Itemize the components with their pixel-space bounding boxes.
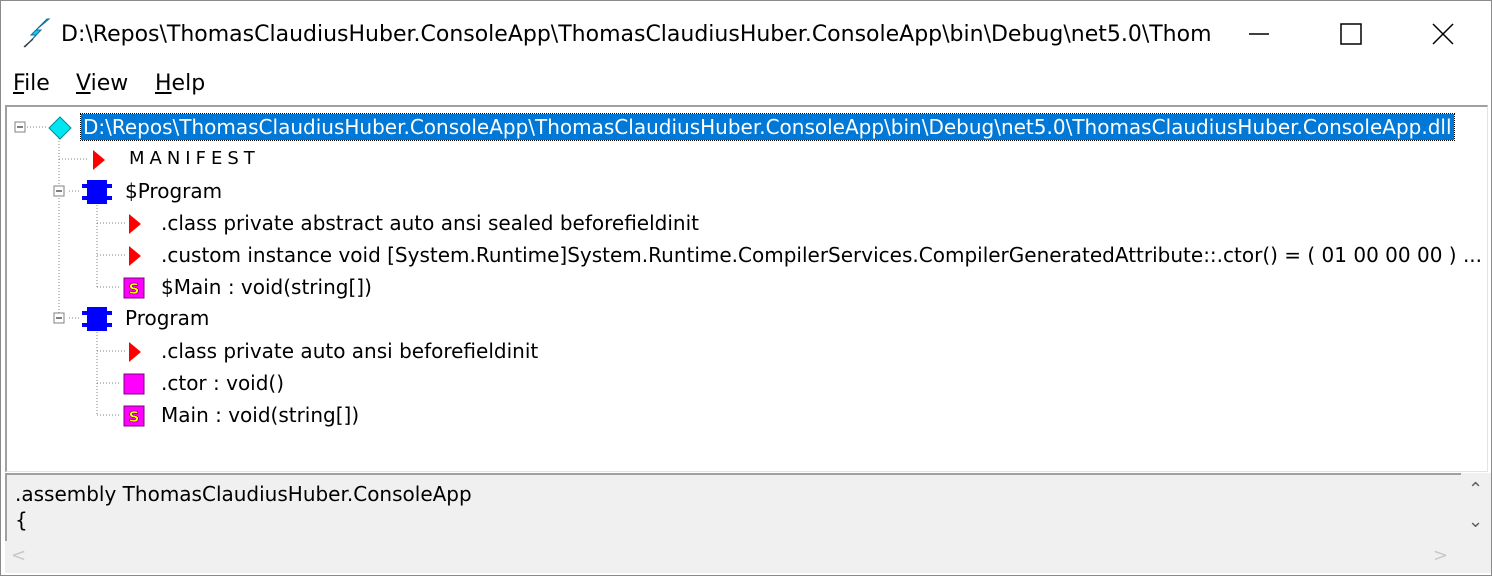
window-title: D:\Repos\ThomasClaudiusHuber.ConsoleApp\…: [61, 22, 1211, 47]
magenta-s-method-icon: S: [123, 277, 145, 299]
tree-node-program2-class-decl-label: .class private auto ansi beforefieldinit: [161, 339, 539, 363]
red-triangle-icon: [93, 150, 105, 170]
svg-text:S: S: [129, 408, 140, 426]
menu-help-rest: elp: [171, 71, 206, 96]
red-triangle-icon: [129, 342, 141, 362]
menu-help-accel: H: [155, 71, 172, 96]
maximize-button[interactable]: [1305, 1, 1397, 67]
menu-file-accel: F: [13, 71, 25, 96]
panel-line-1: .assembly ThomasClaudiusHuber.ConsoleApp: [15, 482, 472, 506]
blue-class-icon: [82, 180, 112, 204]
magenta-s-method-icon: S: [123, 405, 145, 427]
vertical-scrollbar[interactable]: ⌃ ⌄: [1461, 473, 1491, 541]
ildasm-lightning-icon: [23, 18, 51, 48]
scroll-down-icon[interactable]: ⌄: [1468, 513, 1483, 531]
cyan-diamond-icon: [48, 116, 72, 140]
scroll-up-icon[interactable]: ⌃: [1468, 481, 1483, 499]
menu-view[interactable]: View: [76, 70, 128, 98]
red-triangle-icon: [129, 214, 141, 234]
collapse-toggle-root[interactable]: [14, 121, 26, 133]
ildasm-window: D:\Repos\ThomasClaudiusHuber.ConsoleApp\…: [0, 0, 1492, 576]
scroll-right-icon[interactable]: >: [1433, 547, 1448, 565]
blue-class-icon: [82, 307, 112, 331]
horizontal-scrollbar[interactable]: < >: [5, 541, 1461, 573]
tree-node-assembly-label: D:\Repos\ThomasClaudiusHuber.ConsoleApp\…: [80, 113, 1455, 141]
disassembly-panel[interactable]: .assembly ThomasClaudiusHuber.ConsoleApp…: [5, 473, 1463, 541]
svg-text:S: S: [129, 280, 140, 298]
minimize-icon: [1249, 33, 1269, 35]
minimize-button[interactable]: [1213, 1, 1305, 67]
tree-node-program1-class-decl-label: .class private abstract auto ansi sealed…: [161, 211, 699, 235]
magenta-method-icon: [123, 373, 145, 395]
menu-file-rest: ile: [24, 71, 50, 96]
scroll-left-icon[interactable]: <: [11, 547, 26, 565]
menu-bar: File View Help: [1, 67, 1491, 101]
close-button[interactable]: [1397, 1, 1489, 67]
tree-node-class-program2-label: Program: [125, 306, 210, 330]
tree-node-class-program1-label: $Program: [125, 179, 223, 203]
scrollbar-corner: [1461, 541, 1491, 573]
menu-file[interactable]: File: [13, 70, 50, 98]
tree-view[interactable]: D:\Repos\ThomasClaudiusHuber.ConsoleApp\…: [5, 105, 1488, 472]
tree-node-manifest-label: MANIFEST: [129, 148, 260, 169]
collapse-toggle-program2[interactable]: [53, 312, 65, 324]
tree-node-program2-main-label: Main : void(string[]): [161, 403, 360, 427]
menu-help[interactable]: Help: [155, 70, 205, 98]
tree-node-program1-custom-attr-label: .custom instance void [System.Runtime]Sy…: [161, 243, 1483, 267]
collapse-toggle-program1[interactable]: [53, 185, 65, 197]
red-triangle-icon: [129, 246, 141, 266]
maximize-icon: [1340, 23, 1362, 45]
panel-line-2: {: [15, 508, 28, 532]
title-bar[interactable]: D:\Repos\ThomasClaudiusHuber.ConsoleApp\…: [1, 1, 1491, 67]
menu-view-rest: iew: [90, 71, 129, 96]
tree-node-program1-main-label: $Main : void(string[]): [161, 275, 372, 299]
menu-view-accel: V: [76, 71, 91, 96]
tree-node-program2-ctor-label: .ctor : void(): [161, 371, 285, 395]
close-icon: [1432, 23, 1454, 45]
